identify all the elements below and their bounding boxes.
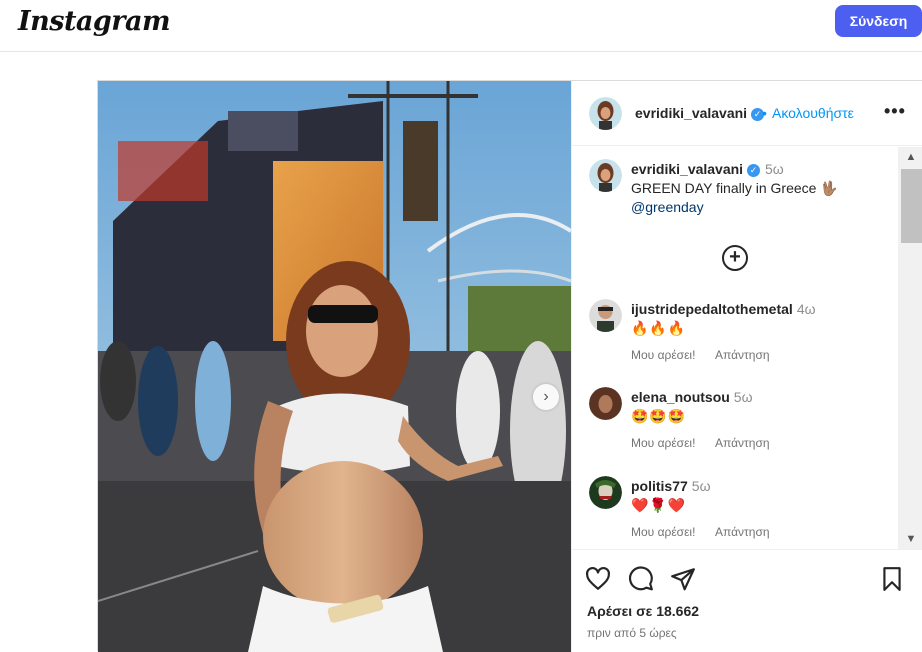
comment-like-button[interactable]: Μου αρέσει! bbox=[631, 348, 695, 362]
author-username[interactable]: evridiki_valavani bbox=[635, 105, 747, 121]
comment-text: 🤩🤩🤩 bbox=[631, 408, 687, 424]
comment-username[interactable]: politis77 5ω bbox=[631, 478, 711, 494]
comment-reply-button[interactable]: Απάντηση bbox=[715, 525, 770, 539]
scroll-down-arrow-icon[interactable]: ▼ bbox=[898, 529, 922, 549]
caption-author[interactable]: evridiki_valavani ✓ bbox=[631, 161, 761, 177]
comment-time[interactable]: 5ω bbox=[734, 389, 753, 405]
like-icon[interactable] bbox=[585, 566, 611, 592]
comment: politis77 5ω ❤️🌹❤️ Μου αρέσει! Απάντηση bbox=[572, 472, 898, 549]
save-icon[interactable] bbox=[879, 566, 905, 592]
caption-mention-link[interactable]: @greenday bbox=[631, 199, 704, 215]
author-name[interactable]: evridiki_valavani ✓ bbox=[635, 105, 765, 121]
author-avatar[interactable] bbox=[589, 97, 622, 130]
separator-dot: • bbox=[762, 105, 767, 121]
comment: elena_noutsou 5ω 🤩🤩🤩 Μου αρέσει! Απάντηση bbox=[572, 383, 898, 471]
comment-user[interactable]: ijustridepedaltothemetal bbox=[631, 301, 793, 317]
instagram-logo[interactable]: Instagram bbox=[18, 6, 171, 37]
comment-text: ❤️🌹❤️ bbox=[631, 497, 687, 513]
comment-time[interactable]: 4ω bbox=[797, 301, 816, 317]
post-header: evridiki_valavani ✓ • Ακολουθήστε ••• bbox=[572, 81, 922, 146]
comment-icon[interactable] bbox=[628, 566, 654, 592]
caption-time[interactable]: 5ω bbox=[765, 161, 784, 177]
comment-reply-button[interactable]: Απάντηση bbox=[715, 348, 770, 362]
likes-count[interactable]: Αρέσει σε 18.662 bbox=[587, 603, 699, 619]
comment-text: 🔥🔥🔥 bbox=[631, 320, 687, 336]
post-photo[interactable]: › bbox=[98, 81, 571, 652]
commenter-avatar[interactable] bbox=[589, 387, 622, 420]
commenter-avatar[interactable] bbox=[589, 476, 622, 509]
more-options-icon[interactable]: ••• bbox=[884, 101, 906, 122]
comment-user[interactable]: politis77 bbox=[631, 478, 688, 494]
comment-time[interactable]: 5ω bbox=[692, 478, 711, 494]
share-icon[interactable] bbox=[670, 566, 696, 592]
verified-icon: ✓ bbox=[747, 164, 761, 177]
scrollbar-thumb[interactable] bbox=[901, 169, 922, 243]
scroll-up-arrow-icon[interactable]: ▲ bbox=[898, 147, 922, 167]
post-actions: Αρέσει σε 18.662 πριν από 5 ώρες bbox=[572, 549, 922, 652]
comments-scrollbar[interactable]: ▲ ▼ bbox=[898, 147, 922, 549]
caption-text: GREEN DAY finally in Greece 🖖🏽 bbox=[631, 180, 838, 196]
comment-username[interactable]: elena_noutsou 5ω bbox=[631, 389, 753, 405]
post-sidebar: evridiki_valavani ✓ • Ακολουθήστε ••• evr… bbox=[571, 81, 922, 652]
concert-photo-illustration bbox=[98, 81, 571, 652]
load-more-comments-button[interactable]: + bbox=[722, 245, 748, 271]
comment-reply-button[interactable]: Απάντηση bbox=[715, 436, 770, 450]
next-photo-button[interactable]: › bbox=[533, 384, 559, 410]
caption-author-name[interactable]: evridiki_valavani bbox=[631, 161, 743, 177]
comment-like-button[interactable]: Μου αρέσει! bbox=[631, 436, 695, 450]
login-button[interactable]: Σύνδεση bbox=[835, 5, 922, 37]
comments-list: evridiki_valavani ✓ 5ω GREEN DAY finally … bbox=[572, 147, 898, 549]
comment-like-button[interactable]: Μου αρέσει! bbox=[631, 525, 695, 539]
post: › evridiki_valavani ✓ • Ακολουθήστε ••• e… bbox=[97, 80, 922, 652]
top-bar: Instagram Σύνδεση bbox=[0, 0, 922, 52]
comment-username[interactable]: ijustridepedaltothemetal 4ω bbox=[631, 301, 816, 317]
post-timestamp[interactable]: πριν από 5 ώρες bbox=[587, 626, 677, 640]
comment: ijustridepedaltothemetal 4ω 🔥🔥🔥 Μου αρέσε… bbox=[572, 295, 898, 383]
comment-user[interactable]: elena_noutsou bbox=[631, 389, 730, 405]
caption-avatar[interactable] bbox=[589, 159, 622, 192]
follow-button[interactable]: Ακολουθήστε bbox=[772, 105, 854, 121]
commenter-avatar[interactable] bbox=[589, 299, 622, 332]
